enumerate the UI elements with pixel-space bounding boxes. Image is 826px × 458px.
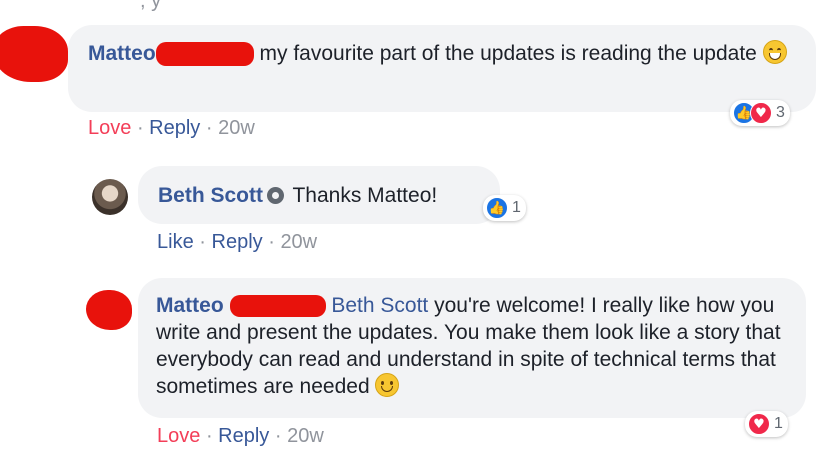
separator: · bbox=[205, 117, 213, 139]
like-icon: 👍 bbox=[486, 197, 508, 219]
avatar-redacted[interactable] bbox=[0, 26, 68, 82]
like-link[interactable]: Like bbox=[157, 231, 194, 253]
reply-actions: Like · Reply · 20w bbox=[157, 231, 317, 254]
reply-body: Beth Scott Thanks Matteo! bbox=[158, 182, 498, 209]
comment-text: my favourite part of the updates is read… bbox=[259, 42, 757, 65]
love-reaction-link[interactable]: Love bbox=[157, 425, 200, 447]
love-reaction-link[interactable]: Love bbox=[88, 117, 131, 139]
reply-link[interactable]: Reply bbox=[212, 231, 263, 253]
admin-badge-icon bbox=[267, 187, 284, 204]
previous-comment-fragment: , y bbox=[140, 0, 162, 12]
separator: · bbox=[274, 425, 282, 447]
separator: · bbox=[205, 425, 213, 447]
mention-link[interactable]: Beth Scott bbox=[331, 294, 428, 317]
reaction-count: 1 bbox=[512, 199, 521, 216]
reactions-summary[interactable]: 👍 1 bbox=[483, 195, 526, 221]
reply-text: Thanks Matteo! bbox=[292, 184, 438, 207]
comment-author-link[interactable]: Matteo bbox=[88, 42, 156, 65]
grinning-face-icon bbox=[762, 40, 787, 64]
redaction-bar bbox=[155, 42, 254, 67]
avatar-redacted[interactable] bbox=[86, 290, 132, 330]
reaction-count: 1 bbox=[774, 415, 783, 432]
love-icon: ♥ bbox=[750, 102, 772, 124]
reply-author-link[interactable]: Matteo bbox=[156, 294, 224, 317]
comment-actions: Love · Reply · 20w bbox=[88, 117, 255, 140]
love-icon: ♥ bbox=[748, 413, 770, 435]
separator: · bbox=[136, 117, 144, 139]
reply-link[interactable]: Reply bbox=[218, 425, 269, 447]
reply-link[interactable]: Reply bbox=[149, 117, 200, 139]
comment-body: Matteo my favourite part of the updates … bbox=[88, 40, 808, 67]
reply-body: Matteo Beth Scott you're welcome! I real… bbox=[156, 292, 796, 400]
reactions-summary[interactable]: 👍 ♥ 3 bbox=[730, 100, 790, 126]
reply-actions: Love · Reply · 20w bbox=[157, 425, 324, 448]
timestamp-link[interactable]: 20w bbox=[287, 425, 324, 447]
reaction-count: 3 bbox=[776, 104, 785, 121]
comment-bubble bbox=[68, 25, 816, 112]
smiling-face-icon bbox=[375, 373, 400, 397]
reactions-summary[interactable]: ♥ 1 bbox=[745, 411, 788, 437]
reply-author-link[interactable]: Beth Scott bbox=[158, 184, 263, 207]
timestamp-link[interactable]: 20w bbox=[280, 231, 317, 253]
avatar[interactable] bbox=[92, 179, 128, 215]
separator: · bbox=[268, 231, 275, 253]
timestamp-link[interactable]: 20w bbox=[218, 117, 255, 139]
redaction-bar bbox=[229, 295, 326, 318]
separator: · bbox=[199, 231, 206, 253]
